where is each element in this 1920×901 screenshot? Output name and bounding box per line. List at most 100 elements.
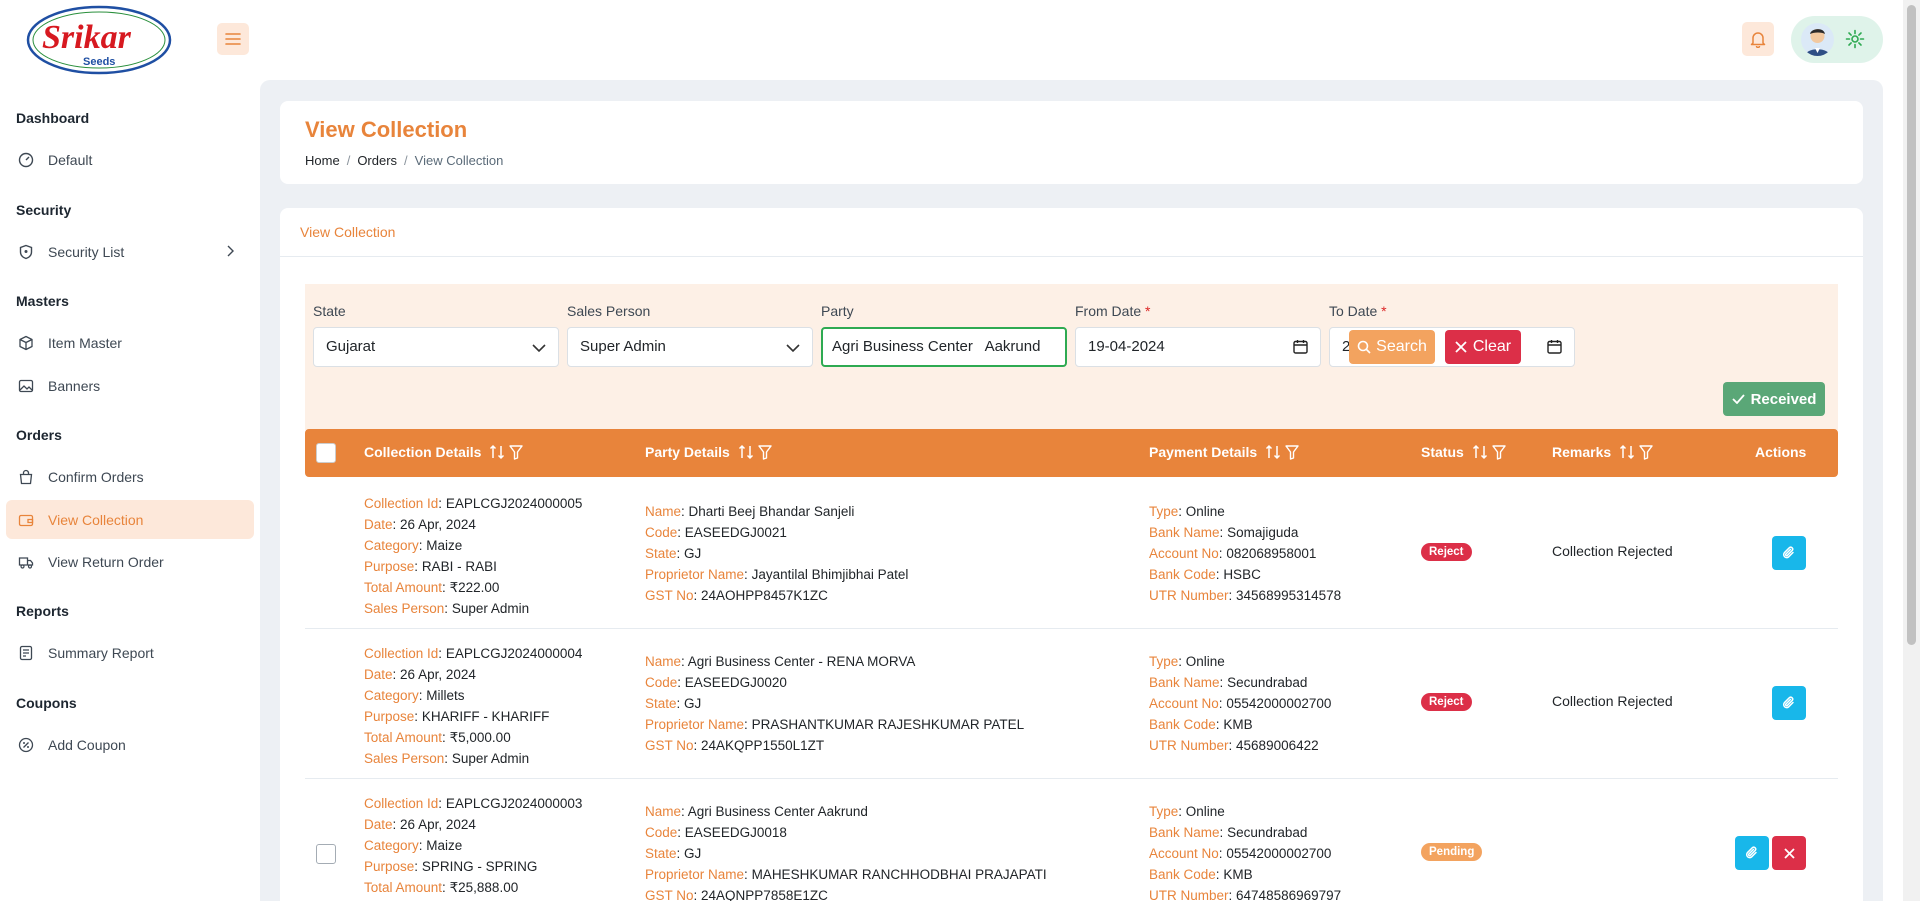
from-date-input[interactable]: 19-04-2024 xyxy=(1075,327,1321,367)
col-payment-details[interactable]: Payment Details xyxy=(1149,444,1299,460)
sidebar-item-label: View Return Order xyxy=(48,553,164,570)
paperclip-icon xyxy=(1782,696,1794,709)
detail-line-sales-person: Sales Person: Super Admin xyxy=(364,601,530,616)
detail-line-collection-id: Collection Id: EAPLCGJ2024000004 xyxy=(364,646,583,661)
breadcrumb-orders[interactable]: Orders xyxy=(357,153,397,168)
detail-line-sales-person: Sales Person: Super Admin xyxy=(364,751,530,766)
brand-name-art: Srikar xyxy=(42,19,132,56)
srikar-logo[interactable]: Srikar Seeds xyxy=(26,5,172,75)
detail-cell: Collection Id: EAPLCGJ2024000003 Date: 26… xyxy=(364,793,582,901)
attachment-button[interactable] xyxy=(1735,836,1769,870)
clear-button[interactable]: Clear xyxy=(1445,330,1521,364)
sidebar-item-view-return-order[interactable]: View Return Order xyxy=(6,542,254,581)
detail-line-gst: GST No: 24AQNPP7858E1ZC xyxy=(645,888,828,901)
col-collection-details[interactable]: Collection Details xyxy=(364,444,524,460)
detail-line-category: Category: Millets xyxy=(364,688,465,703)
calendar-icon[interactable] xyxy=(1293,339,1308,358)
from-date-value: 19-04-2024 xyxy=(1088,338,1165,355)
menu-toggle-button[interactable] xyxy=(217,23,249,55)
detail-line-bank-code: Bank Code: KMB xyxy=(1149,717,1253,732)
reject-button[interactable] xyxy=(1772,836,1806,870)
detail-line-bank-name: Bank Name: Secundrabad xyxy=(1149,675,1308,690)
remarks-text: Collection Rejected xyxy=(1552,543,1673,559)
filter-panel: State Gujarat Sales Person Super Admin P… xyxy=(305,284,1838,430)
detail-line-collection-id: Collection Id: EAPLCGJ2024000005 xyxy=(364,496,583,511)
state-select-value: Gujarat xyxy=(326,338,376,355)
detail-line-account-no: Account No: 05542000002700 xyxy=(1149,846,1332,861)
notifications-button[interactable] xyxy=(1742,22,1774,56)
detail-line-bank-code: Bank Code: KMB xyxy=(1149,867,1253,882)
sort-icon xyxy=(1620,444,1635,460)
calendar-icon[interactable] xyxy=(1547,339,1562,358)
detail-line-date: Date: 26 Apr, 2024 xyxy=(364,817,476,832)
page-scrollbar[interactable] xyxy=(1903,0,1920,901)
hamburger-icon xyxy=(225,33,241,45)
sales-person-select[interactable]: Super Admin xyxy=(567,327,813,367)
state-select[interactable]: Gujarat xyxy=(313,327,559,367)
col-party-details[interactable]: Party Details xyxy=(645,444,772,460)
sidebar-item-label: Item Master xyxy=(48,334,122,351)
sidebar-section-masters: Masters xyxy=(16,293,69,309)
filter-icon xyxy=(509,444,524,460)
sales-person-select-value: Super Admin xyxy=(580,338,666,355)
wallet-icon xyxy=(16,510,36,530)
detail-cell: Collection Id: EAPLCGJ2024000005 Date: 26… xyxy=(364,493,582,619)
shield-icon xyxy=(16,242,36,262)
sidebar-item-summary-report[interactable]: Summary Report xyxy=(6,633,254,672)
detail-line-category: Category: Maize xyxy=(364,538,463,553)
row-checkbox[interactable] xyxy=(316,844,336,864)
sidebar-item-default[interactable]: Default xyxy=(6,140,254,179)
detail-line-proprietor: Proprietor Name: Jayantilal Bhimjibhai P… xyxy=(645,567,909,582)
status-badge: Pending xyxy=(1421,843,1483,861)
detail-cell: Name: Dharti Beej Bhandar Sanjeli Code: E… xyxy=(645,501,908,606)
close-icon xyxy=(1783,847,1795,859)
detail-cell: Type: Online Bank Name: Secundrabad Accoun… xyxy=(1149,651,1331,756)
received-button[interactable]: Received xyxy=(1723,382,1825,416)
sidebar-item-add-coupon[interactable]: Add Coupon xyxy=(6,725,254,764)
sidebar-item-security-list[interactable]: Security List xyxy=(6,232,254,271)
detail-line-bank-name: Bank Name: Secundrabad xyxy=(1149,825,1308,840)
sidebar-item-label: Confirm Orders xyxy=(48,468,144,485)
gear-icon[interactable] xyxy=(1845,29,1865,49)
detail-line-purpose: Purpose: SPRING - SPRING xyxy=(364,859,538,874)
scrollbar-thumb[interactable] xyxy=(1907,5,1916,645)
detail-line-state: State: GJ xyxy=(645,846,702,861)
card-title: View Collection xyxy=(280,208,1863,257)
sidebar-item-label: Default xyxy=(48,151,93,168)
sidebar-item-confirm-orders[interactable]: Confirm Orders xyxy=(6,457,254,496)
detail-cell: Type: Online Bank Name: Somajiguda Account… xyxy=(1149,501,1341,606)
attachment-button[interactable] xyxy=(1772,686,1806,720)
detail-line-code: Code: EASEEDGJ0020 xyxy=(645,675,787,690)
breadcrumb-home[interactable]: Home xyxy=(305,153,340,168)
paperclip-icon xyxy=(1745,846,1757,859)
search-button[interactable]: Search xyxy=(1349,330,1435,364)
detail-line-bank-code: Bank Code: HSBC xyxy=(1149,567,1261,582)
party-input[interactable]: Agri Business Center Aakrund xyxy=(821,327,1067,367)
state-label: State xyxy=(313,303,346,319)
detail-line-type: Type: Online xyxy=(1149,804,1225,819)
check-icon xyxy=(1731,394,1745,404)
sidebar-item-view-collection[interactable]: View Collection xyxy=(6,500,254,539)
select-all-checkbox[interactable] xyxy=(316,443,336,463)
breadcrumb: Home / Orders / View Collection xyxy=(305,153,504,168)
sort-icon xyxy=(490,444,505,460)
filter-icon xyxy=(1492,444,1506,460)
bag-icon xyxy=(16,467,36,487)
coupon-icon xyxy=(16,735,36,755)
sidebar-item-item-master[interactable]: Item Master xyxy=(6,323,254,362)
detail-line-account-no: Account No: 05542000002700 xyxy=(1149,696,1332,711)
table-row: Collection Id: EAPLCGJ2024000004 Date: 26… xyxy=(305,629,1838,779)
status-badge: Reject xyxy=(1421,543,1472,561)
dashboard-icon xyxy=(16,150,36,170)
sidebar-item-banners[interactable]: Banners xyxy=(6,366,254,405)
detail-cell: Collection Id: EAPLCGJ2024000004 Date: 26… xyxy=(364,643,582,769)
attachment-button[interactable] xyxy=(1772,536,1806,570)
avatar xyxy=(1801,23,1834,56)
profile-menu[interactable] xyxy=(1791,16,1883,63)
sort-icon xyxy=(738,444,753,460)
sidebar-item-label: Summary Report xyxy=(48,644,154,661)
sidebar-section-security: Security xyxy=(16,202,72,218)
col-actions: Actions xyxy=(1755,444,1807,460)
col-remarks[interactable]: Remarks xyxy=(1552,444,1653,460)
col-status[interactable]: Status xyxy=(1421,444,1506,460)
